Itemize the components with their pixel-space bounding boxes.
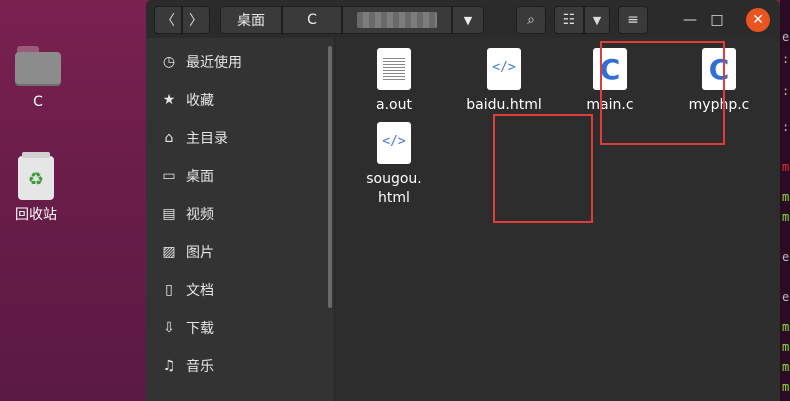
- sidebar-item-pictures[interactable]: ▨ 图片: [146, 233, 334, 271]
- file-item-baidu-html[interactable]: </> baidu.html: [456, 48, 552, 115]
- desktop-folder-c[interactable]: C: [8, 46, 68, 110]
- sidebar-item-starred[interactable]: ★ 收藏: [146, 81, 334, 119]
- sidebar-item-downloads[interactable]: ⇩ 下载: [146, 309, 334, 347]
- close-button[interactable]: ✕: [746, 8, 770, 32]
- breadcrumb-desktop[interactable]: 桌面: [220, 6, 282, 34]
- sidebar-item-recent[interactable]: ◷ 最近使用: [146, 43, 334, 81]
- annotation-box-baidu: [600, 41, 725, 145]
- chevron-right-icon: 〉: [189, 13, 203, 29]
- background-terminal-edge: e : : : m m m e e m m m m: [780, 0, 790, 401]
- search-button[interactable]: ⌕: [516, 6, 546, 34]
- sidebar: ◷ 最近使用 ★ 收藏 ⌂ 主目录 ▭ 桌面 ▤ 视频 ▨ 图片 ▯ 文档 ⇩: [146, 38, 335, 401]
- desktop-trash[interactable]: ♻ 回收站: [6, 152, 66, 224]
- music-icon: ♫: [162, 358, 176, 374]
- file-name: a.out: [376, 97, 412, 113]
- close-icon: ✕: [752, 12, 764, 28]
- desktop-trash-label: 回收站: [15, 207, 57, 223]
- sidebar-item-home[interactable]: ⌂ 主目录: [146, 119, 334, 157]
- home-icon: ⌂: [164, 130, 174, 146]
- path-dropdown-button[interactable]: ▼: [452, 6, 484, 34]
- document-icon: ▯: [165, 282, 173, 298]
- back-button[interactable]: 〈: [154, 6, 182, 34]
- sidebar-item-videos[interactable]: ▤ 视频: [146, 195, 334, 233]
- binary-file-icon: [377, 48, 411, 90]
- html-file-icon: </>: [377, 122, 411, 164]
- desktop-icon: ▭: [162, 168, 176, 184]
- file-grid: a.out </> baidu.html C main.c C myphp.c …: [336, 38, 780, 401]
- minimize-button[interactable]: —: [678, 8, 702, 32]
- file-name: baidu.html: [466, 97, 542, 113]
- html-file-icon: </>: [487, 48, 521, 90]
- file-item-aout[interactable]: a.out: [346, 48, 442, 115]
- star-icon: ★: [162, 92, 176, 108]
- sidebar-scrollbar[interactable]: [328, 46, 332, 308]
- annotation-box-sougou: [493, 114, 593, 223]
- file-name: sougou. html: [366, 171, 422, 206]
- clock-icon: ◷: [162, 54, 176, 70]
- maximize-button[interactable]: □: [705, 8, 729, 32]
- view-options-button[interactable]: ▼: [584, 6, 610, 34]
- chevron-down-icon: ▼: [592, 13, 602, 27]
- file-item-sougou-html[interactable]: </> sougou. html: [346, 122, 442, 208]
- list-view-icon: ☷: [562, 12, 576, 28]
- breadcrumb-redacted[interactable]: [342, 6, 452, 34]
- file-manager-window: 〈 〉 桌面 C ▼ ⌕ ☷ ▼ ≡ — □ ✕ ◷ 最近使用 ★ 收藏 ⌂ 主…: [146, 0, 780, 401]
- maximize-icon: □: [710, 12, 724, 28]
- header-bar: 〈 〉 桌面 C ▼ ⌕ ☷ ▼ ≡ — □ ✕: [146, 0, 780, 38]
- forward-button[interactable]: 〉: [182, 6, 210, 34]
- download-icon: ⇩: [163, 320, 175, 336]
- video-icon: ▤: [162, 206, 176, 222]
- sidebar-item-desktop[interactable]: ▭ 桌面: [146, 157, 334, 195]
- folder-icon: [15, 46, 61, 86]
- image-icon: ▨: [162, 244, 176, 260]
- search-icon: ⌕: [527, 12, 535, 28]
- sidebar-item-documents[interactable]: ▯ 文档: [146, 271, 334, 309]
- redacted-path-segment: [357, 12, 437, 28]
- minimize-icon: —: [683, 12, 697, 28]
- breadcrumb-c[interactable]: C: [282, 6, 342, 34]
- chevron-down-icon: ▼: [463, 13, 473, 27]
- chevron-left-icon: 〈: [161, 13, 175, 29]
- sidebar-item-music[interactable]: ♫ 音乐: [146, 347, 334, 385]
- menu-button[interactable]: ≡: [618, 6, 648, 34]
- trash-icon: ♻: [18, 152, 54, 200]
- list-view-button[interactable]: ☷: [554, 6, 584, 34]
- hamburger-menu-icon: ≡: [627, 12, 639, 28]
- desktop-folder-label: C: [33, 94, 43, 110]
